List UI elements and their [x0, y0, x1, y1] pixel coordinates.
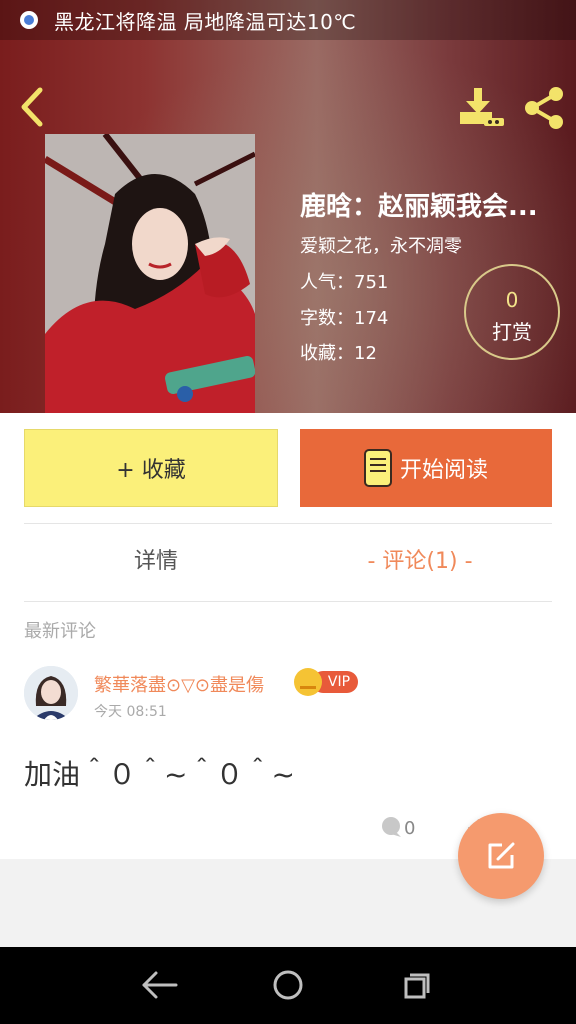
download-icon	[460, 88, 504, 126]
reply-count: 0	[404, 818, 416, 839]
book-subtitle: 爱颖之花，永不凋零	[300, 236, 462, 257]
nav-recent-icon[interactable]	[396, 965, 436, 1005]
edit-icon	[488, 842, 515, 869]
tab-details[interactable]: 详情	[24, 543, 288, 575]
comment-text: 加油＾０＾~＾０＾~	[24, 758, 295, 791]
share-icon	[525, 87, 563, 129]
comment-timestamp: 今天 08:51	[94, 704, 167, 720]
popularity-stat: 人气：751	[300, 272, 389, 293]
avatar-image	[24, 666, 78, 720]
write-comment-button[interactable]	[458, 813, 544, 899]
start-reading-button[interactable]: 开始阅读	[300, 429, 552, 507]
tip-label: 打赏	[492, 320, 532, 344]
start-reading-label: 开始阅读	[399, 458, 488, 483]
download-button[interactable]	[456, 86, 504, 130]
share-button[interactable]	[520, 84, 568, 132]
comment-username[interactable]: 繁華落盡⊙▽⊙盡是傷	[94, 671, 264, 697]
favorite-button[interactable]: + 收藏	[24, 429, 278, 507]
book-cover-image[interactable]	[45, 134, 255, 413]
chevron-left-icon	[21, 87, 43, 127]
crown-icon	[294, 668, 322, 696]
weather-app-icon	[20, 11, 38, 29]
book-icon	[363, 449, 392, 487]
status-notification-text: 黑龙江将降温 局地降温可达10℃	[54, 9, 357, 34]
latest-comments-heading: 最新评论	[24, 621, 96, 642]
word-count-stat: 字数：174	[300, 308, 389, 329]
divider	[24, 601, 552, 602]
book-title: 鹿晗：赵丽颖我会...	[300, 192, 538, 222]
tab-comments[interactable]: - 评论(1) -	[288, 543, 552, 575]
system-navigation-bar	[0, 947, 576, 1024]
avatar[interactable]	[24, 666, 78, 720]
divider	[24, 523, 552, 524]
nav-back-icon[interactable]	[140, 965, 180, 1005]
cover-portrait	[45, 134, 255, 413]
nav-home-icon[interactable]	[268, 965, 308, 1005]
back-button[interactable]	[14, 84, 54, 130]
favorite-button-label: + 收藏	[116, 458, 186, 483]
content-panel: + 收藏 开始阅读 详情 - 评论(1) - 最新评论 繁華落盡⊙▽⊙盡是傷 V…	[0, 413, 576, 859]
tip-button[interactable]: 0 打赏	[464, 264, 560, 360]
favorites-stat: 收藏：12	[300, 343, 377, 364]
tip-count: 0	[505, 288, 519, 312]
status-bar: 黑龙江将降温 局地降温可达10℃	[0, 0, 576, 40]
book-hero: 黑龙江将降温 局地降温可达10℃ 鹿晗：赵丽颖我会... 爱颖之花，永不凋零 人…	[0, 0, 576, 413]
comment-bubble-icon[interactable]	[381, 817, 401, 837]
vip-badge: VIP	[294, 668, 358, 696]
